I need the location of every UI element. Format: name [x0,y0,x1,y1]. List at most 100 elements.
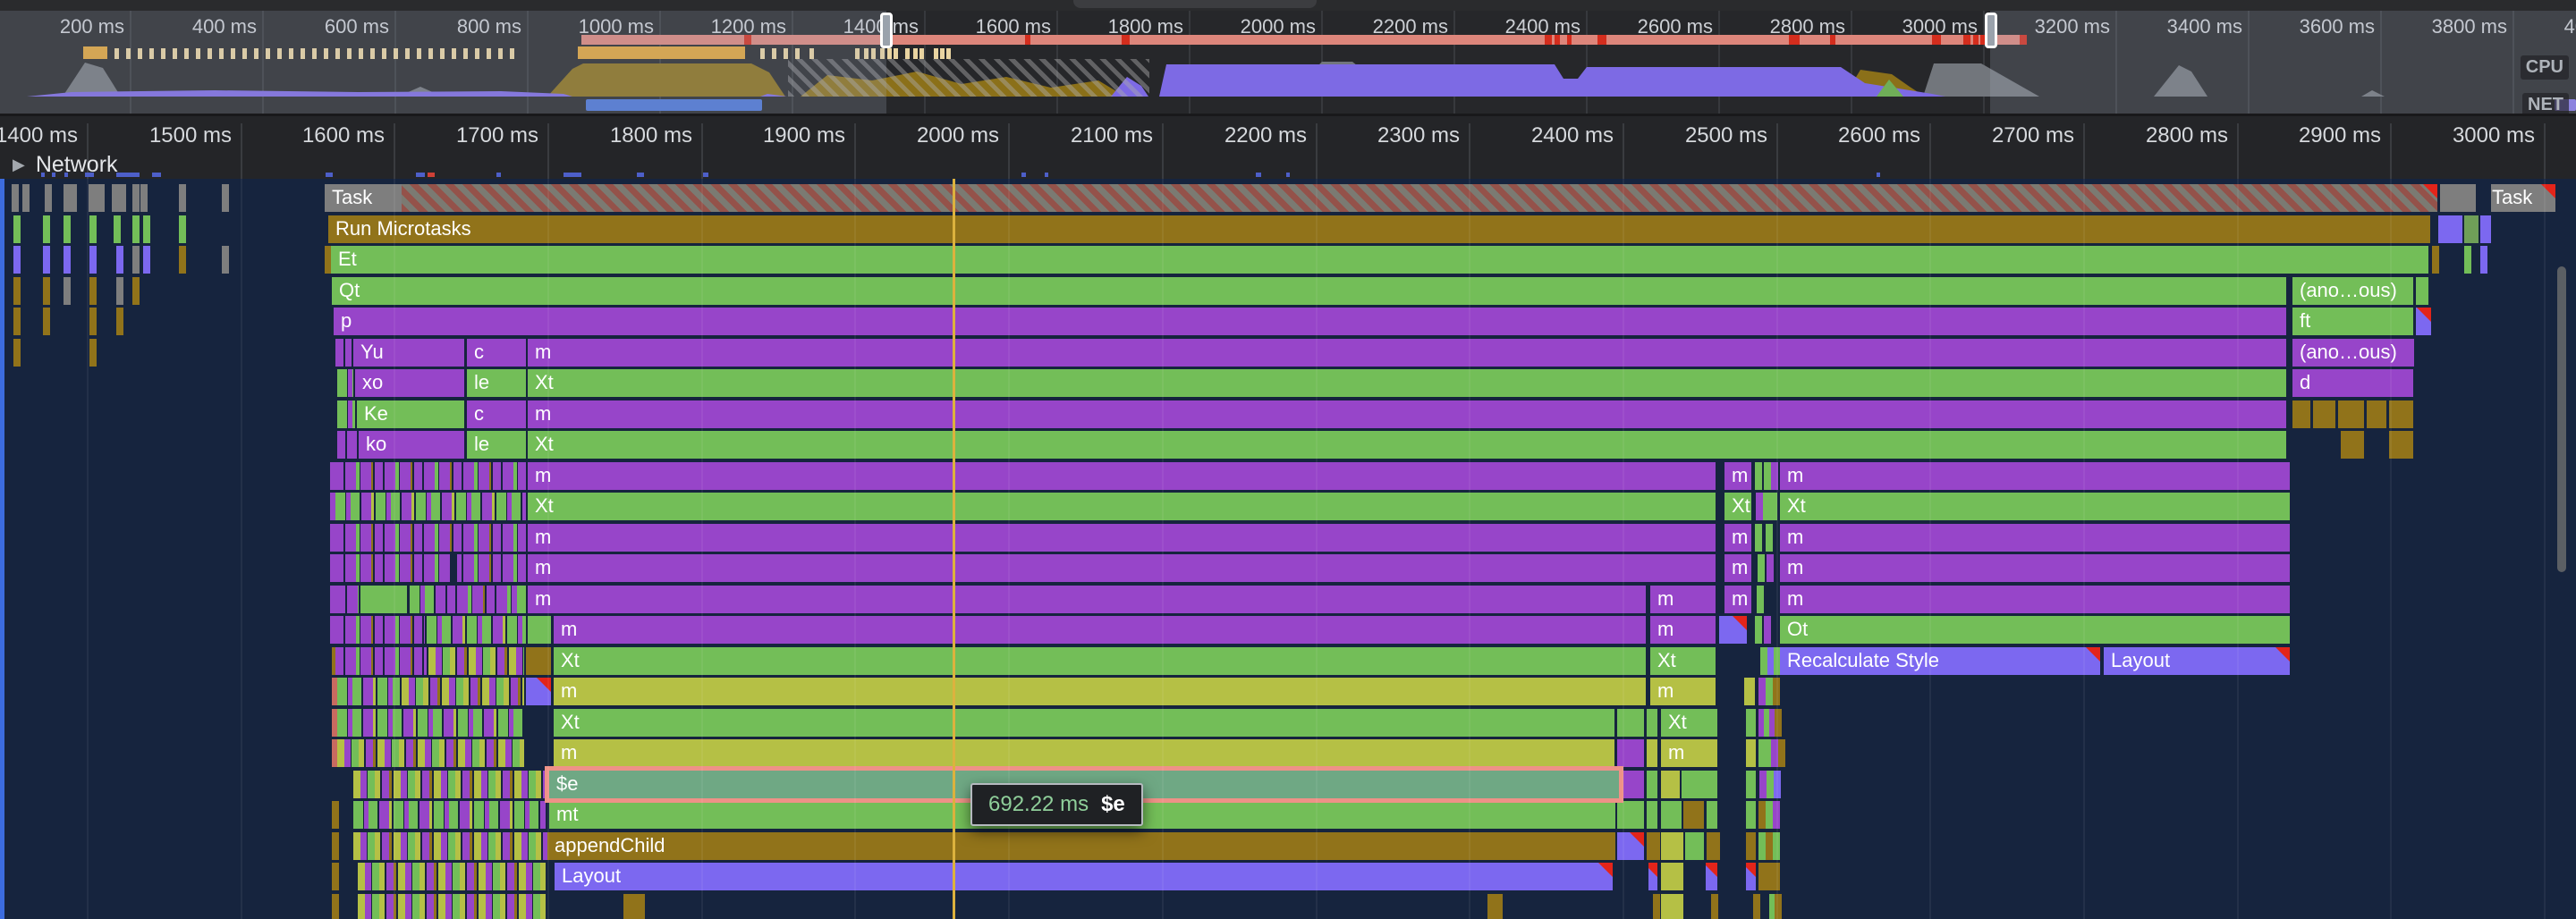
flame-bar-anoous[interactable]: (ano…ous) [2292,277,2413,305]
flame-bar[interactable] [13,246,21,274]
flame-bar[interactable] [1778,739,1785,767]
flame-bar-m[interactable]: m [528,554,1716,582]
flame-bar[interactable] [2389,400,2413,428]
flame-bar[interactable] [43,246,50,274]
flame-bar[interactable] [43,277,50,305]
flame-bar[interactable] [1766,678,1773,705]
flame-bar[interactable] [13,308,21,335]
flame-bar[interactable] [22,184,30,212]
flame-bar[interactable] [179,184,186,212]
flame-bar-recalculatestyle[interactable]: Recalculate Style [1780,647,2100,675]
flame-bar-xo[interactable]: xo [355,369,464,397]
flame-bar-layout[interactable]: Layout [2104,647,2290,675]
flame-bar[interactable] [1758,832,1766,860]
flame-bar[interactable] [1685,832,1704,860]
flame-bar[interactable] [2367,400,2386,428]
flame-bar[interactable] [1767,554,1774,582]
flame-bar[interactable] [222,246,229,274]
flame-bar[interactable] [2416,308,2431,335]
flame-bar[interactable] [89,215,97,243]
flame-bar[interactable] [332,863,339,890]
flame-bar-le[interactable]: le [467,431,526,459]
vertical-scrollbar-thumb[interactable] [2557,266,2566,572]
flame-bar-d[interactable]: d [2292,369,2413,397]
flame-bar[interactable] [1757,586,1764,613]
flame-bar[interactable] [353,801,546,829]
flame-bar[interactable] [1647,801,1657,829]
flame-bar[interactable] [1653,894,1660,919]
flame-bar[interactable] [89,277,97,305]
flame-bar[interactable] [45,184,52,212]
flame-bar[interactable] [1755,616,1762,644]
flame-bar-appendchild[interactable]: appendChild [547,832,1615,860]
flame-bar[interactable] [132,184,140,212]
flame-bar[interactable] [2480,246,2487,274]
flame-bar-xt[interactable]: Xt [1650,647,1716,675]
flame-bar[interactable] [1758,554,1765,582]
flame-bar[interactable] [337,431,357,459]
flame-bar[interactable] [428,647,524,675]
flame-bar[interactable] [1661,832,1683,860]
flame-bar[interactable] [64,277,71,305]
flame-bar[interactable] [89,308,97,335]
flame-bar-ko[interactable]: ko [359,431,464,459]
flame-bar-le[interactable]: le [467,369,526,397]
flame-bar-m[interactable]: m [528,586,1646,613]
flame-bar-ft[interactable]: ft [2292,308,2413,335]
flame-bar[interactable] [337,709,524,737]
flame-bar[interactable] [2464,246,2471,274]
flame-bar[interactable] [1647,709,1657,737]
flame-bar-yu[interactable]: Yu [353,339,464,367]
flame-bar[interactable] [1746,801,1756,829]
flame-bar-m[interactable]: m [1661,739,1717,767]
flame-bar[interactable] [358,894,546,919]
flame-bar-et[interactable]: Et [331,246,2428,274]
flame-bar[interactable] [114,215,121,243]
flame-bar[interactable] [43,308,50,335]
flame-bar[interactable] [1766,863,1773,890]
flame-bar[interactable] [1711,894,1718,919]
selection-handle[interactable] [880,13,893,48]
flame-bar[interactable] [1707,801,1717,829]
flame-bar[interactable] [1653,832,1660,860]
flame-bar-m[interactable]: m [554,678,1646,705]
flame-bar[interactable] [179,215,186,243]
flame-bar[interactable] [2341,431,2364,459]
flame-bar-xt[interactable]: Xt [1780,493,2290,520]
flame-bar[interactable] [13,215,21,243]
flame-bar-m[interactable]: m [1724,554,1751,582]
flame-bar[interactable] [337,369,353,397]
flame-bar[interactable] [1719,616,1747,644]
flame-bar[interactable] [410,586,445,613]
flame-bar[interactable] [517,586,526,613]
flame-bar[interactable] [332,894,339,919]
flame-bar-layout[interactable]: Layout [555,863,1613,890]
flame-bar[interactable] [89,246,97,274]
flame-bar[interactable] [1758,801,1766,829]
flame-bar[interactable] [1755,462,1762,490]
flame-bar[interactable] [1746,832,1756,860]
flame-bar[interactable] [2292,400,2310,428]
flame-bar[interactable] [64,215,71,243]
flame-bar-m[interactable]: m [528,400,2286,428]
flame-bar[interactable] [332,832,339,860]
flame-bar-ot[interactable]: Ot [1780,616,2290,644]
flame-bar[interactable] [2464,215,2479,243]
flame-bar-m[interactable]: m [1724,462,1751,490]
flame-bar[interactable] [1647,739,1657,767]
flame-bar[interactable] [143,215,150,243]
flame-bar-ke[interactable]: Ke [357,400,464,428]
flame-bar[interactable] [337,678,400,705]
flame-bar[interactable] [1647,771,1657,798]
flame-bar[interactable] [1746,709,1756,737]
flame-bar[interactable] [1746,739,1756,767]
flame-bar-m[interactable]: m [554,739,1614,767]
flame-bar-xt[interactable]: Xt [528,493,1716,520]
main-thread-flame-chart[interactable]: TaskTaskRun MicrotasksEtQt(ano…ous)pftYu… [0,179,2576,919]
flame-bar-c[interactable]: c [467,339,526,367]
flame-bar[interactable] [337,586,359,613]
flame-bar[interactable] [1753,894,1760,919]
flame-bar[interactable] [2484,184,2491,212]
flame-bar[interactable] [140,184,148,212]
flame-bar[interactable] [70,184,77,212]
